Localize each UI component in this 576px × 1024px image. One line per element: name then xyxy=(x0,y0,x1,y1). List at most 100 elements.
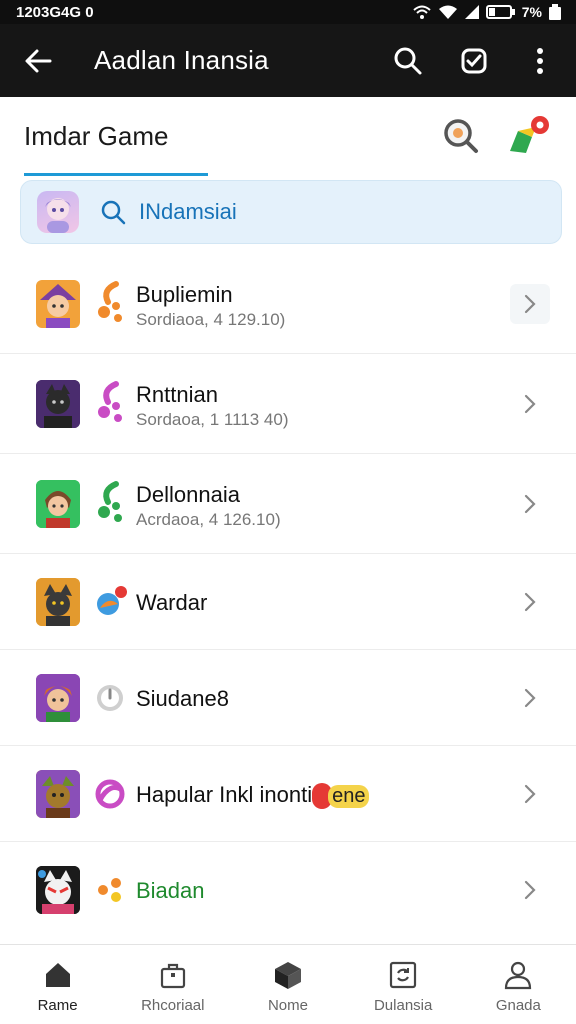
more-vertical-icon xyxy=(537,47,543,74)
chevron-right-icon xyxy=(524,394,536,414)
row-title: Siudane8 xyxy=(136,686,229,711)
game-thumbnail xyxy=(36,380,80,428)
cube-icon xyxy=(274,962,301,989)
row-open-button[interactable] xyxy=(510,582,550,622)
row-title: Bupliemin xyxy=(136,282,233,307)
refresh-frame-icon xyxy=(390,961,417,989)
checkbox-button[interactable] xyxy=(452,39,496,83)
search-icon xyxy=(101,200,126,225)
chevron-right-icon xyxy=(524,784,536,804)
search-field[interactable]: INdamsiai xyxy=(20,180,562,244)
person-icon xyxy=(505,961,532,990)
active-tab-indicator xyxy=(24,173,208,176)
game-thumbnail xyxy=(36,480,80,528)
list-item[interactable]: Bupliemin Sordiaoa, 4 129.10) xyxy=(0,254,576,354)
list-item[interactable]: Rnttnian Sordaoa, 1 1113 40) xyxy=(0,354,576,454)
row-title: Wardar xyxy=(136,590,208,615)
dots-badge-icon xyxy=(94,868,128,912)
list-item[interactable]: Siudane8 xyxy=(0,650,576,746)
map-pin-button[interactable] xyxy=(506,113,554,157)
nav-shop[interactable]: Rhcoriaal xyxy=(115,945,230,1024)
battery-level: 7% xyxy=(521,4,542,20)
chevron-right-icon xyxy=(524,688,536,708)
nav-updates[interactable]: Dulansia xyxy=(346,945,461,1024)
signal-icon xyxy=(464,5,479,19)
row-open-button[interactable] xyxy=(510,484,550,524)
game-thumbnail xyxy=(36,674,80,722)
swirl-badge-icon xyxy=(94,772,128,816)
wifi-calling-icon xyxy=(413,5,431,19)
game-thumbnail xyxy=(36,280,80,328)
home-icon xyxy=(45,963,70,987)
game-thumbnail xyxy=(36,770,80,818)
row-open-button[interactable] xyxy=(510,284,550,324)
chevron-right-icon xyxy=(524,592,536,612)
chevron-right-icon xyxy=(524,880,536,900)
nav-home[interactable]: Rame xyxy=(0,945,115,1024)
app-bar-title: Aadlan Inansia xyxy=(94,45,269,75)
game-list: Bupliemin Sordiaoa, 4 129.10) Rnttnian S… xyxy=(0,254,576,938)
map-pin-icon xyxy=(510,116,549,153)
nav-label: Nome xyxy=(267,997,308,1014)
category-badge-icon xyxy=(94,480,128,524)
character-portrait-icon xyxy=(36,380,80,428)
row-open-button[interactable] xyxy=(510,678,550,718)
magnifier-icon xyxy=(444,119,478,153)
more-button[interactable] xyxy=(518,39,562,83)
nav-label: Rhcoriaal xyxy=(141,997,205,1014)
category-badge-icon xyxy=(94,578,128,622)
nav-games[interactable]: Nome xyxy=(230,945,345,1024)
search-input[interactable]: INdamsiai xyxy=(139,199,237,225)
check-square-icon xyxy=(461,48,487,73)
chevron-right-icon xyxy=(524,494,536,514)
list-item[interactable]: Hapular Inkl inonti ene xyxy=(0,746,576,842)
bag-icon xyxy=(160,963,185,989)
row-open-button[interactable] xyxy=(510,384,550,424)
anime-avatar-icon xyxy=(45,198,71,233)
app-bar: Aadlan Inansia xyxy=(0,24,576,97)
game-thumbnail xyxy=(36,578,80,626)
category-badge-icon xyxy=(94,280,128,324)
section-search-button[interactable] xyxy=(440,115,482,157)
list-item[interactable]: Biadan xyxy=(0,842,576,938)
nav-label: Gnada xyxy=(495,997,541,1014)
list-item[interactable]: Wardar xyxy=(0,554,576,650)
battery-solid-icon xyxy=(549,4,561,20)
row-title: Dellonnaia xyxy=(136,482,240,507)
section-header: Imdar Game xyxy=(0,97,576,177)
row-title: Rnttnian xyxy=(136,382,218,407)
chevron-right-icon xyxy=(524,294,536,314)
search-icon xyxy=(394,47,422,74)
wifi-icon xyxy=(438,5,457,19)
nav-profile[interactable]: Gnada xyxy=(461,945,576,1024)
battery-icon xyxy=(485,5,515,19)
character-portrait-icon xyxy=(36,480,80,528)
row-subtitle: Sordaoa, 1 1113 40) xyxy=(136,410,289,429)
character-portrait-icon xyxy=(36,578,80,626)
character-portrait-icon xyxy=(40,284,76,328)
section-title: Imdar Game xyxy=(24,121,169,151)
bottom-navigation: Rame Rhcoriaal Nome Dulansia Gnada xyxy=(0,944,576,1024)
row-title: Hapular Inkl inonti ene xyxy=(136,782,370,810)
nav-label: Dulansia xyxy=(373,997,433,1014)
avatar xyxy=(37,191,79,233)
list-item[interactable]: Dellonnaia Acrdaoa, 4 126.10) xyxy=(0,454,576,554)
status-time: 1203G4G 0 xyxy=(16,3,94,21)
category-badge-icon xyxy=(94,380,128,424)
row-title: Biadan xyxy=(136,878,205,903)
row-open-button[interactable] xyxy=(510,774,550,814)
search-button[interactable] xyxy=(386,39,430,83)
row-tag: ene xyxy=(328,785,370,808)
status-icons: 7% xyxy=(412,4,562,20)
character-portrait-icon xyxy=(36,866,80,914)
arrow-left-icon xyxy=(25,49,52,72)
nav-label: Rame xyxy=(37,997,78,1014)
status-bar: 1203G4G 0 7% xyxy=(0,0,576,24)
row-subtitle: Acrdaoa, 4 126.10) xyxy=(136,510,281,529)
character-portrait-icon xyxy=(36,770,80,818)
game-thumbnail xyxy=(36,866,80,914)
row-title-text: Hapular Inkl inonti xyxy=(136,782,313,807)
row-open-button[interactable] xyxy=(510,870,550,910)
timer-badge-icon xyxy=(94,676,128,720)
back-button[interactable] xyxy=(18,41,58,81)
